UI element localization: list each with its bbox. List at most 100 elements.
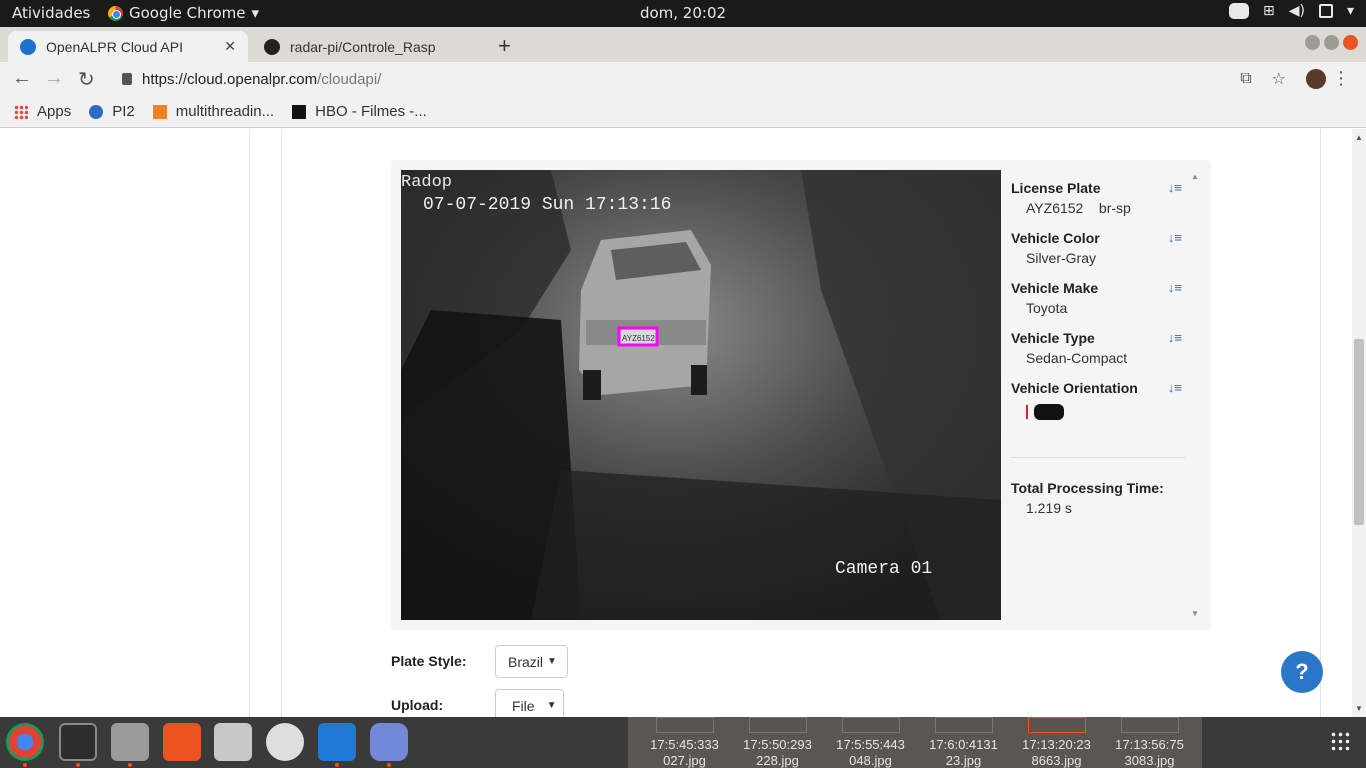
bookmarks-bar: Apps PI2 multithreadin... HBO - Filmes -…	[0, 96, 1366, 128]
maximize-button[interactable]	[1324, 35, 1339, 50]
overlay-station-text: Radop	[401, 173, 452, 192]
minimize-button[interactable]	[1305, 35, 1320, 50]
file-thumbnail[interactable]: 17:5:45:333 027.jpg	[638, 717, 731, 768]
plate-region: br-sp	[1098, 200, 1131, 216]
settings-dock-icon[interactable]	[214, 723, 252, 761]
scroll-down-icon[interactable]: ▼	[1191, 609, 1199, 618]
apps-grid-icon	[14, 104, 28, 119]
tab-openalpr[interactable]: OpenALPR Cloud API ✕	[8, 31, 248, 62]
pi2-icon	[89, 104, 104, 119]
bookmark-star-icon[interactable]: ☆	[1272, 69, 1286, 89]
ubuntu-dock: 17:5:45:333 027.jpg 17:5:50:293 228.jpg 17…	[0, 717, 1366, 768]
image-thumbnail	[934, 717, 993, 733]
license-plate-value: AYZ6152 br-sp	[1026, 200, 1186, 216]
scrollbar-thumb[interactable]	[1354, 339, 1364, 525]
discord-tray-icon[interactable]	[1229, 3, 1249, 19]
tab-github[interactable]: radar-pi/Controle_Rasp	[252, 31, 486, 62]
image-thumbnail	[841, 717, 900, 733]
hbo-icon	[292, 104, 307, 119]
recognition-result-panel: Radop 07-07-2019 Sun 17:13:16 Camera 01 …	[391, 160, 1211, 630]
scroll-up-icon[interactable]: ▲	[1355, 133, 1363, 142]
system-menu-chevron-icon[interactable]: ▾	[1347, 3, 1354, 19]
upload-label: Upload:	[391, 697, 444, 713]
system-top-bar: Atividades Google Chrome ▾ dom, 20:02 ⊞ …	[0, 0, 1366, 27]
analyzed-camera-image: Radop 07-07-2019 Sun 17:13:16 Camera 01 …	[401, 170, 1001, 620]
plate-style-dropdown[interactable]: Brazil ▼	[495, 645, 568, 678]
files-dock-icon[interactable]	[111, 723, 149, 761]
file-name-line1: 17:13:56:75	[1115, 737, 1184, 752]
vehicle-color-field: Vehicle Color Silver-Gray ↓≡	[1011, 230, 1186, 266]
clock[interactable]: dom, 20:02	[0, 4, 1366, 22]
tab-title: OpenALPR Cloud API	[46, 38, 183, 55]
lock-icon[interactable]	[122, 73, 132, 85]
vehicle-make-label: Vehicle Make	[1011, 280, 1099, 296]
sort-desc-icon[interactable]: ↓≡	[1168, 380, 1182, 395]
reload-icon[interactable]: ↻	[78, 67, 95, 92]
show-applications-icon[interactable]	[1330, 731, 1352, 753]
sort-desc-icon[interactable]: ↓≡	[1168, 330, 1182, 345]
file-name-line2: 3083.jpg	[1124, 753, 1175, 768]
vscode-dock-icon[interactable]	[318, 723, 356, 761]
discord-dock-icon[interactable]	[370, 723, 408, 761]
file-thumbnail[interactable]: 17:13:20:23 8663.jpg	[1010, 717, 1103, 768]
bookmark-pi2[interactable]: PI2	[89, 103, 135, 120]
sort-desc-icon[interactable]: ↓≡	[1168, 180, 1182, 195]
system-tray[interactable]: ⊞ ◀) ▾	[1229, 3, 1354, 19]
upload-value: File	[512, 697, 535, 714]
network-icon[interactable]: ⊞	[1263, 3, 1275, 19]
bookmark-multithreading[interactable]: multithreadin...	[152, 103, 274, 120]
profile-avatar[interactable]	[1306, 69, 1326, 89]
back-arrow-icon[interactable]: ←	[12, 67, 32, 90]
battery-icon[interactable]	[1318, 4, 1333, 18]
vehicle-type-label: Vehicle Type	[1011, 330, 1095, 346]
translate-icon[interactable]: ⧉	[1240, 70, 1251, 88]
file-name-line1: 17:5:55:443	[836, 737, 905, 752]
terminal-dock-icon[interactable]	[59, 723, 97, 761]
toolbar-actions: ⧉ ☆	[1240, 69, 1326, 89]
file-thumbnail[interactable]: 17:5:55:443 048.jpg	[824, 717, 917, 768]
close-window-button[interactable]	[1343, 35, 1358, 50]
processing-time-label: Total Processing Time:	[1011, 480, 1164, 496]
image-thumbnail	[1120, 717, 1179, 733]
close-icon[interactable]: ✕	[224, 38, 236, 55]
window-controls	[1305, 35, 1358, 50]
vehicle-color-label: Vehicle Color	[1011, 230, 1100, 246]
bookmark-hbo[interactable]: HBO - Filmes -...	[292, 103, 427, 120]
vehicle-make-field: Vehicle Make Toyota ↓≡	[1011, 280, 1186, 316]
forward-arrow-icon[interactable]: →	[44, 67, 64, 90]
sort-desc-icon[interactable]: ↓≡	[1168, 280, 1182, 295]
bookmark-label: HBO - Filmes -...	[315, 103, 427, 120]
bookmark-apps[interactable]: Apps	[14, 103, 71, 120]
file-thumbnail[interactable]: 17:6:0:4131 23.jpg	[917, 717, 1010, 768]
updater-dock-icon[interactable]	[266, 723, 304, 761]
stackoverflow-icon	[152, 104, 167, 119]
sort-desc-icon[interactable]: ↓≡	[1168, 230, 1182, 245]
overlay-camera-label: Camera 01	[835, 559, 932, 579]
file-name-line1: 17:6:0:4131	[929, 737, 998, 752]
upload-select[interactable]: File ▼	[495, 689, 564, 717]
volume-icon[interactable]: ◀)	[1289, 3, 1305, 19]
software-center-dock-icon[interactable]	[163, 723, 201, 761]
file-thumbnail[interactable]: 17:13:56:75 3083.jpg	[1103, 717, 1196, 768]
scroll-up-icon[interactable]: ▲	[1191, 172, 1199, 181]
file-name-line1: 17:5:50:293	[743, 737, 812, 752]
results-scrollbar[interactable]: ▲ ▼	[1191, 170, 1201, 620]
plate-style-value: Brazil	[508, 653, 544, 670]
url-host: https://cloud.openalpr.com	[142, 70, 318, 88]
scroll-down-icon[interactable]: ▼	[1355, 704, 1363, 713]
vehicle-make-value: Toyota	[1026, 300, 1068, 316]
results-divider	[1011, 457, 1186, 458]
page-scrollbar[interactable]: ▲ ▼	[1352, 129, 1366, 717]
address-bar[interactable]: https://cloud.openalpr.com/cloudapi/	[112, 65, 1252, 93]
tab-title: radar-pi/Controle_Rasp	[290, 38, 436, 55]
file-thumbnail[interactable]: 17:5:50:293 228.jpg	[731, 717, 824, 768]
new-tab-button[interactable]: +	[498, 33, 511, 59]
vehicle-orientation-label: Vehicle Orientation	[1011, 380, 1138, 396]
left-sidebar	[0, 129, 250, 717]
chrome-dock-icon[interactable]	[6, 723, 44, 761]
vehicle-type-value: Sedan-Compact	[1026, 350, 1128, 366]
orientation-indicator	[1026, 404, 1186, 420]
running-indicator	[23, 763, 27, 767]
help-button[interactable]: ?	[1281, 651, 1323, 693]
chrome-menu-icon[interactable]: ⋮	[1332, 68, 1350, 89]
